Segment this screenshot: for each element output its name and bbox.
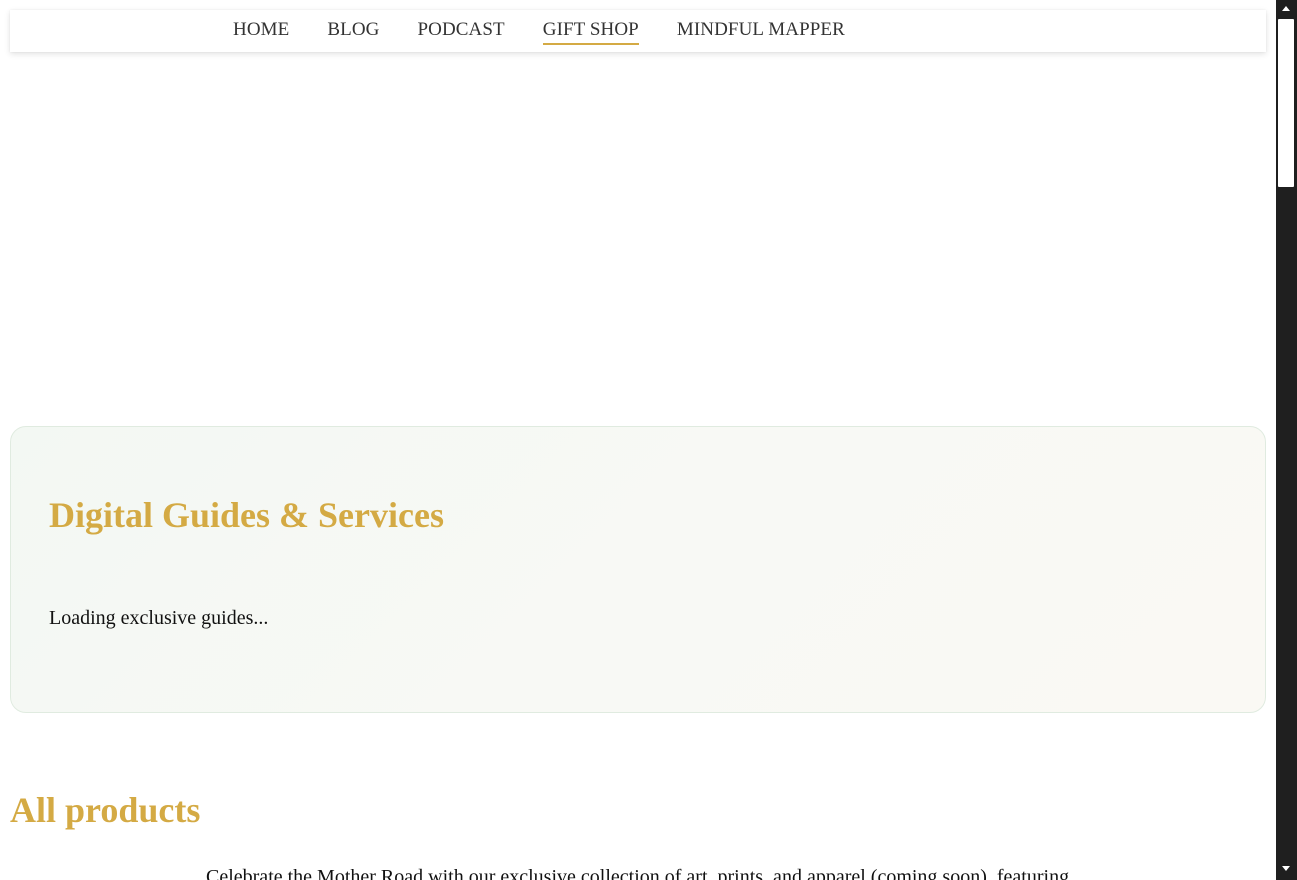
nav-link-mindful-mapper[interactable]: MINDFUL MAPPER (677, 19, 845, 45)
scrollbar-thumb[interactable] (1278, 19, 1294, 187)
nav-link-home[interactable]: HOME (233, 19, 289, 45)
all-products-heading: All products (10, 790, 201, 830)
nav-menu: HOME BLOG PODCAST GIFT SHOP MINDFUL MAPP… (233, 10, 883, 52)
scroll-up-arrow-icon[interactable] (1282, 6, 1290, 11)
page-viewport: HOME BLOG PODCAST GIFT SHOP MINDFUL MAPP… (0, 0, 1276, 880)
top-navigation-bar: HOME BLOG PODCAST GIFT SHOP MINDFUL MAPP… (10, 10, 1266, 52)
digital-guides-card: Digital Guides & Services Loading exclus… (10, 426, 1266, 713)
guides-loading-text: Loading exclusive guides... (49, 607, 269, 629)
nav-link-gift-shop[interactable]: GIFT SHOP (542, 19, 639, 45)
scroll-down-arrow-icon[interactable] (1282, 866, 1290, 871)
digital-guides-heading: Digital Guides & Services (49, 495, 444, 535)
nav-link-podcast[interactable]: PODCAST (417, 19, 504, 45)
products-description: Celebrate the Mother Road with our exclu… (206, 866, 1070, 880)
vertical-scrollbar[interactable] (1276, 0, 1297, 880)
nav-link-blog[interactable]: BLOG (327, 19, 379, 45)
